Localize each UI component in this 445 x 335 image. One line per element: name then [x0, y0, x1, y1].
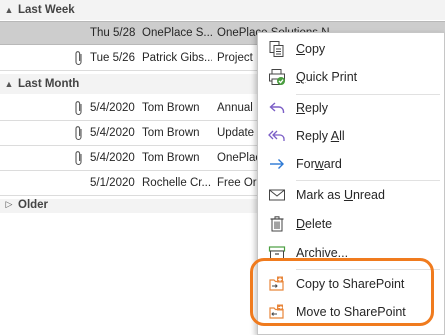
collapse-chevron-icon[interactable]: ▲	[0, 79, 18, 89]
paperclip-icon	[75, 151, 82, 166]
mail-sender: Tom Brown	[142, 102, 200, 114]
menu-item-label: Quick Print	[296, 70, 358, 84]
menu-item-label: Forward	[296, 157, 342, 171]
forward-icon	[258, 149, 296, 179]
group-label: Older	[18, 199, 49, 211]
menu-item-label: Delete	[296, 217, 333, 231]
menu-item-forward[interactable]: Forward	[258, 149, 444, 179]
menu-item-mark-as-unread[interactable]: Mark as Unread	[258, 180, 444, 210]
menu-item-label: Reply All	[296, 129, 345, 143]
mail-sender: Patrick Gibs...	[142, 52, 212, 64]
highlight-annotation-ring	[250, 258, 434, 326]
menu-item-quick-print[interactable]: Quick Print	[258, 62, 444, 92]
mail-date: 5/4/2020	[90, 102, 135, 114]
menu-item-delete[interactable]: Delete	[258, 209, 444, 239]
envelope-icon	[258, 180, 296, 210]
mail-date: Tue 5/26	[90, 52, 135, 64]
paperclip-icon	[75, 126, 82, 141]
mail-sender: Rochelle Cr...	[142, 177, 212, 189]
reply-all-icon	[258, 121, 296, 151]
quick-print-icon	[258, 62, 296, 92]
menu-item-label: Mark as Unread	[296, 188, 385, 202]
menu-item-reply-all[interactable]: Reply All	[258, 121, 444, 151]
menu-item-label: Copy	[296, 42, 326, 56]
menu-item-copy[interactable]: Copy	[258, 34, 444, 64]
paperclip-icon	[75, 51, 82, 66]
copy-icon	[258, 34, 296, 64]
group-header-last-week[interactable]: ▲ Last Week	[0, 0, 445, 20]
mail-date: 5/4/2020	[90, 152, 135, 164]
trash-icon	[258, 209, 296, 239]
menu-item-reply[interactable]: Reply	[258, 93, 444, 123]
mail-date: Thu 5/28	[90, 27, 136, 39]
collapse-chevron-icon[interactable]: ▲	[0, 5, 18, 15]
menu-item-label: Reply	[296, 101, 328, 115]
mail-sender: OnePlace S...	[142, 27, 212, 39]
mail-sender: Tom Brown	[142, 152, 200, 164]
mail-date: 5/1/2020	[90, 177, 135, 189]
paperclip-icon	[75, 101, 82, 116]
reply-icon	[258, 93, 296, 123]
group-label: Last Week	[18, 4, 75, 16]
group-label: Last Month	[18, 78, 80, 90]
mail-date: 5/4/2020	[90, 127, 135, 139]
mail-sender: Tom Brown	[142, 127, 200, 139]
expand-chevron-icon[interactable]: ▷	[0, 199, 18, 210]
